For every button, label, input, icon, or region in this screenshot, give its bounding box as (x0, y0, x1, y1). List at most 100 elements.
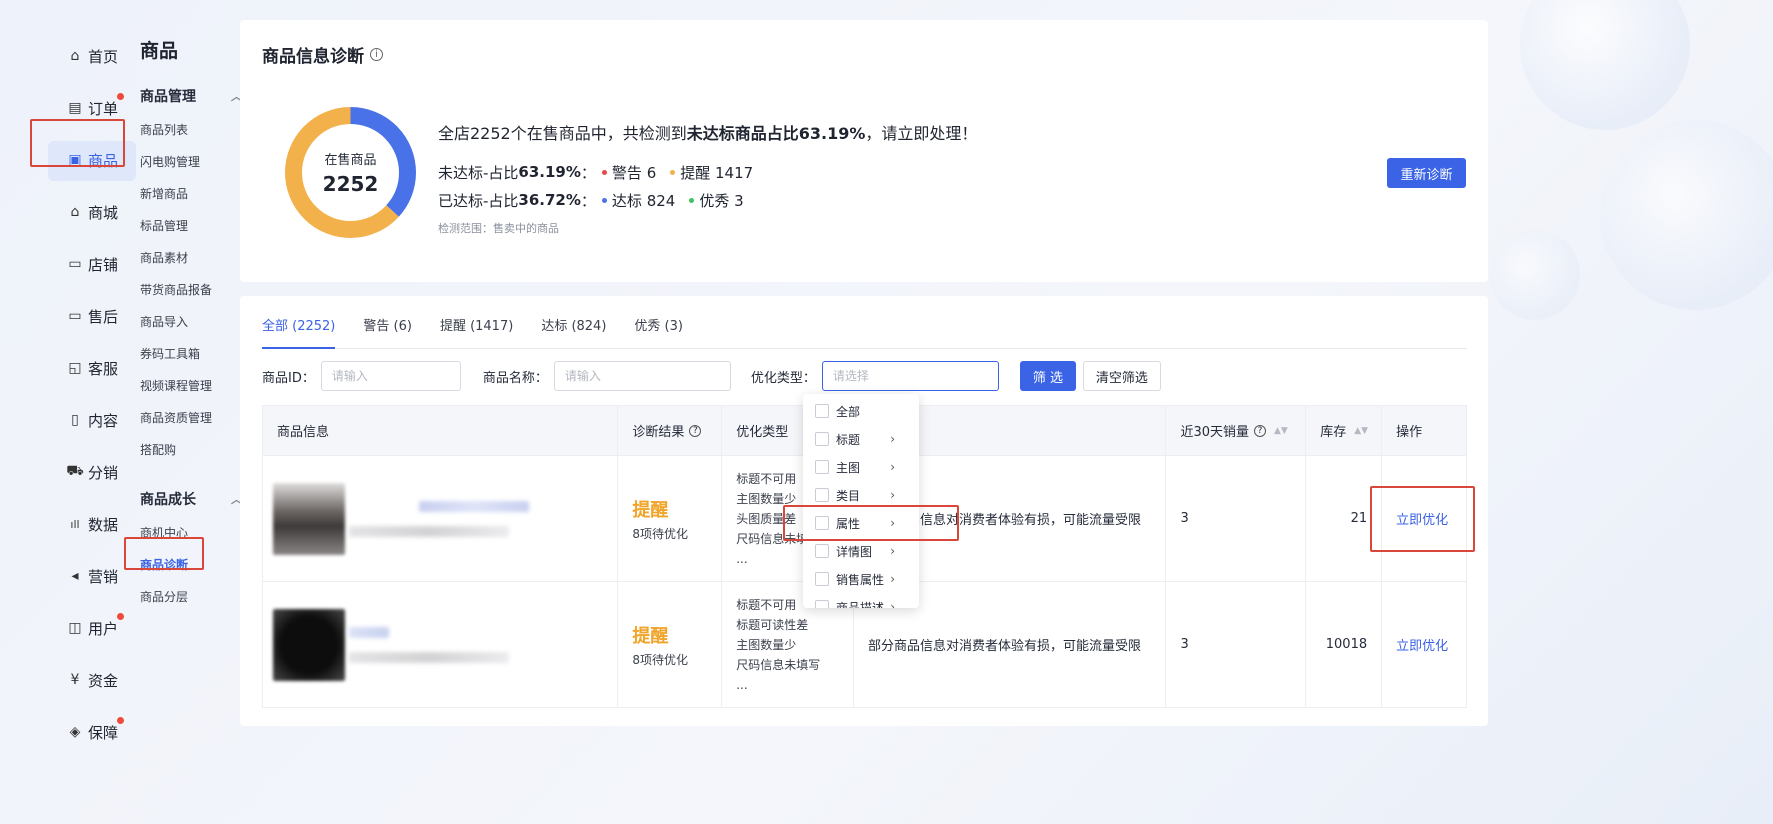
nav-label: 订单 (88, 99, 119, 118)
action-cell: 立即优化 (1382, 456, 1466, 581)
col-sales-30d[interactable]: 近30天销量? ▲▼ (1166, 406, 1307, 455)
checkbox[interactable] (815, 600, 829, 608)
sub-nav-group-product-management[interactable]: 商品管理 ︿ (140, 85, 242, 107)
optimization-type-select[interactable] (821, 361, 999, 391)
optimization-item: 主图数量少 (736, 637, 797, 652)
tab-warning[interactable]: 警告 (6) (363, 316, 412, 349)
nav-label: 内容 (88, 411, 119, 430)
product-name-input[interactable] (553, 361, 731, 391)
dropdown-option-title[interactable]: 标题 › (803, 425, 919, 453)
nav-item-after-sales[interactable]: ▭ 售后 (46, 290, 146, 342)
nav-label: 商品 (88, 151, 119, 170)
checkbox[interactable] (815, 432, 829, 446)
optimization-item: 主图数量少 (736, 491, 797, 506)
rediagnose-button[interactable]: 重新诊断 (1387, 158, 1466, 188)
sort-icon[interactable]: ▲▼ (1354, 426, 1368, 436)
scope-note: 检测范围：售卖中的商品 (438, 222, 559, 235)
nav-label: 商城 (88, 203, 119, 222)
nav-item-home[interactable]: ⌂ 首页 (46, 30, 146, 82)
action-cell: 立即优化 (1382, 582, 1466, 707)
chevron-right-icon: › (890, 572, 895, 586)
nav-label: 首页 (88, 47, 119, 66)
nav-item-data[interactable]: ıll 数据 (46, 498, 146, 550)
dropdown-option-detail-image[interactable]: 详情图 › (803, 537, 919, 565)
nav-item-customer-service[interactable]: ◱ 客服 (46, 342, 146, 394)
remind-count: 提醒 1417 (680, 163, 754, 182)
nav-item-products[interactable]: ▣ 商品 (46, 134, 146, 186)
product-info-cell (263, 582, 619, 707)
nav-item-guarantee[interactable]: ◈ 保障 (46, 706, 146, 758)
dropdown-option-main-image[interactable]: 主图 › (803, 453, 919, 481)
help-icon[interactable]: ? (689, 424, 702, 437)
stock-cell: 21 (1306, 456, 1383, 581)
tab-remind[interactable]: 提醒 (1417) (440, 316, 513, 349)
sub-nav-group-product-growth[interactable]: 商品成长 ︿ (140, 488, 242, 510)
tab-excellent[interactable]: 优秀 (3) (634, 316, 683, 349)
sales-cell: 3 (1166, 456, 1307, 581)
clear-filter-button[interactable]: 清空筛选 (1082, 361, 1161, 391)
chevron-right-icon: › (890, 516, 895, 530)
optimization-item: ... (736, 551, 748, 566)
nav-label: 资金 (88, 671, 119, 690)
nav-item-funds[interactable]: ¥ 资金 (46, 654, 146, 706)
product-image[interactable] (273, 608, 345, 681)
optimization-item: 头图质量差 (736, 511, 797, 526)
left-nav: ⌂ 首页 ▤ 订单 ▣ 商品 ⌂ 商城 ▭ 店铺 ▭ 售后 ◱ 客服 ▯ 内容 ⛟ 分销 ıll 数… (46, 30, 146, 758)
product-id-input[interactable] (320, 361, 461, 391)
product-image[interactable] (273, 482, 345, 555)
chevron-right-icon: › (890, 544, 895, 558)
home-icon: ⌂ (70, 48, 80, 64)
nav-item-users[interactable]: ◫ 用户 (46, 602, 146, 654)
checkbox[interactable] (815, 516, 829, 530)
checkbox[interactable] (815, 572, 829, 586)
product-name-blurred[interactable] (349, 500, 529, 537)
sales-cell: 3 (1166, 582, 1307, 707)
main-content: 商品信息诊断 i 在售商品 2252 全店2252个在售商品中，共检测到未达标商品… (240, 20, 1488, 726)
dropdown-option-attribute[interactable]: 属性 › (803, 509, 919, 537)
summary-line-unqualified: 未达标-占比 63.19%： 警告 6 提醒 1417 (438, 163, 754, 182)
nav-item-content[interactable]: ▯ 内容 (46, 394, 146, 446)
nav-item-mall[interactable]: ⌂ 商城 (46, 186, 146, 238)
group-label: 商品管理 (140, 89, 196, 105)
chevron-right-icon: › (890, 488, 895, 502)
nav-item-marketing[interactable]: ◂ 营销 (46, 550, 146, 602)
sort-icon[interactable]: ▲▼ (1274, 426, 1288, 436)
pending-count: 8项待优化 (632, 526, 689, 541)
warn-dot (601, 169, 607, 175)
tab-standard[interactable]: 达标 (824) (541, 316, 606, 349)
help-icon[interactable]: ? (1254, 424, 1266, 437)
optimize-now-link[interactable]: 立即优化 (1396, 509, 1448, 528)
megaphone-icon: ◂ (71, 568, 79, 584)
filter-button[interactable]: 筛 选 (1019, 361, 1076, 391)
nav-item-distribution[interactable]: ⛟ 分销 (46, 446, 146, 498)
nav-label: 售后 (88, 307, 119, 326)
checkbox[interactable] (815, 460, 829, 474)
nav-item-store[interactable]: ▭ 店铺 (46, 238, 146, 290)
dropdown-option-description[interactable]: 商品描述 › (803, 593, 919, 608)
shield-icon: ◈ (69, 724, 81, 740)
checkbox[interactable] (815, 544, 829, 558)
checkbox[interactable] (815, 404, 829, 418)
orders-icon: ▤ (68, 100, 82, 116)
dropdown-option-sales-attribute[interactable]: 销售属性 › (803, 565, 919, 593)
nav-item-orders[interactable]: ▤ 订单 (46, 82, 146, 134)
warn-count: 警告 6 (611, 163, 657, 182)
col-stock[interactable]: 库存 ▲▼ (1306, 406, 1383, 455)
std-count: 达标 824 (611, 191, 676, 210)
optimize-now-link[interactable]: 立即优化 (1396, 635, 1448, 654)
product-name-blurred[interactable] (349, 626, 509, 663)
nav-label: 店铺 (88, 255, 119, 274)
dropdown-option-category[interactable]: 类目 › (803, 481, 919, 509)
excellent-count: 优秀 3 (699, 191, 744, 210)
excellent-dot (689, 197, 695, 203)
diagnosis-card: 商品信息诊断 i 在售商品 2252 全店2252个在售商品中，共检测到未达标商品… (240, 20, 1488, 282)
group-label: 商品成长 (140, 492, 196, 508)
info-icon[interactable]: i (370, 48, 383, 61)
checkbox[interactable] (815, 488, 829, 502)
dropdown-option-all[interactable]: 全部 (803, 397, 919, 425)
tab-all[interactable]: 全部 (2252) (262, 316, 336, 349)
result-status: 提醒 (632, 625, 669, 647)
donut-label: 在售商品 (324, 153, 377, 168)
nav-label: 客服 (88, 359, 119, 378)
nav-label: 分销 (88, 463, 119, 482)
